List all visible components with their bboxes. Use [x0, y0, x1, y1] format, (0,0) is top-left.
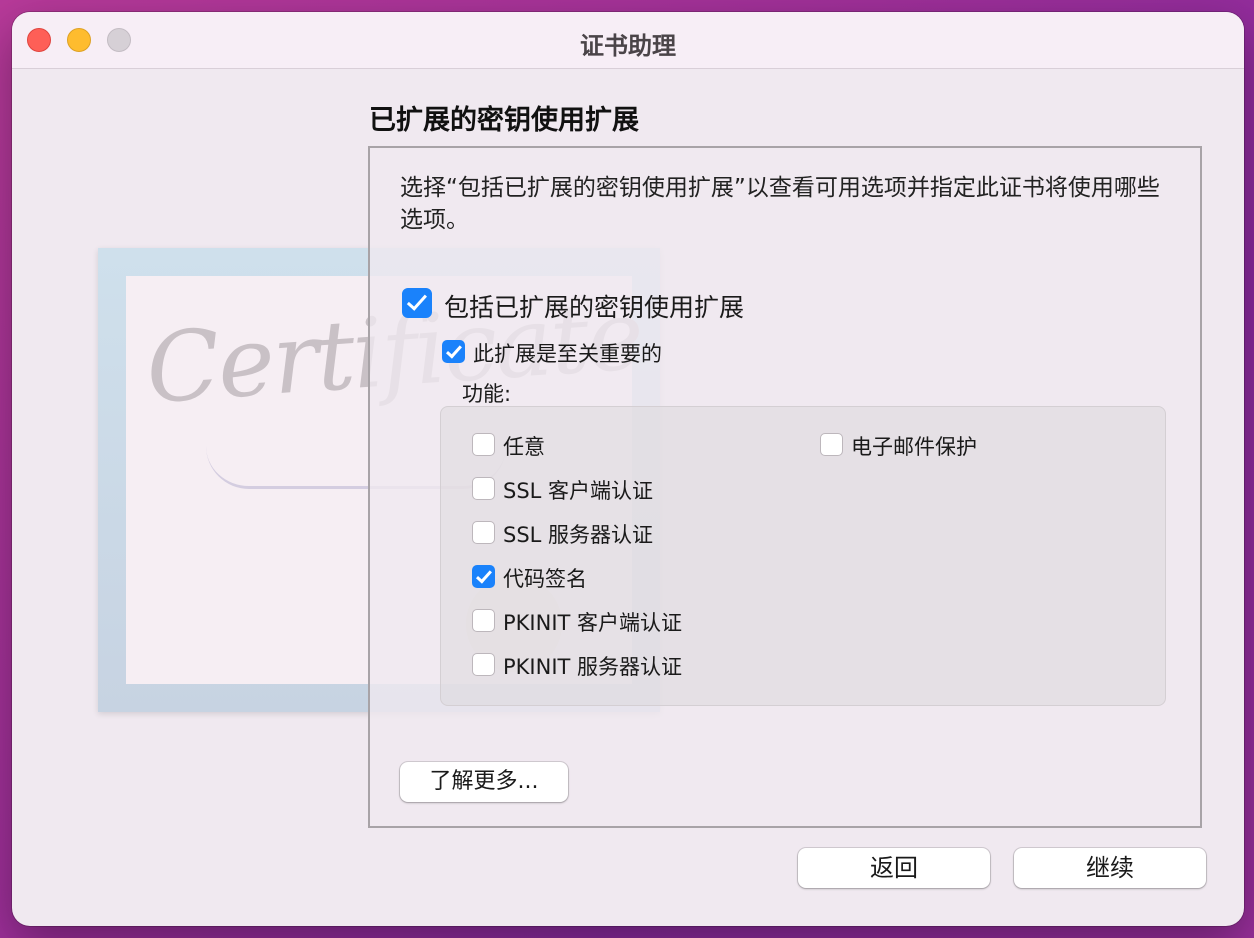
capability-email-protection-checkbox[interactable] — [820, 433, 843, 456]
capability-code-signing-label[interactable]: 代码签名 — [503, 563, 587, 593]
title-bar: 证书助理 — [12, 12, 1244, 69]
capability-ssl-server-checkbox[interactable] — [472, 521, 495, 544]
capability-pkinit-client-label[interactable]: PKINIT 客户端认证 — [503, 607, 682, 637]
options-panel: 选择“包括已扩展的密钥使用扩展”以查看可用选项并指定此证书将使用哪些选项。 包括… — [368, 146, 1202, 828]
capability-code-signing-checkbox[interactable] — [472, 565, 495, 588]
description-text: 选择“包括已扩展的密钥使用扩展”以查看可用选项并指定此证书将使用哪些选项。 — [400, 175, 1160, 233]
include-extension-checkbox[interactable] — [402, 288, 432, 318]
continue-button[interactable]: 继续 — [1014, 848, 1206, 888]
capability-ssl-server-label[interactable]: SSL 服务器认证 — [503, 519, 653, 549]
capability-email-protection-label[interactable]: 电子邮件保护 — [851, 431, 977, 461]
capability-any-checkbox[interactable] — [472, 433, 495, 456]
capability-pkinit-client-checkbox[interactable] — [472, 609, 495, 632]
learn-more-button[interactable]: 了解更多... — [400, 762, 568, 802]
capability-pkinit-server-checkbox[interactable] — [472, 653, 495, 676]
capabilities-label: 功能: — [462, 382, 512, 406]
back-button[interactable]: 返回 — [798, 848, 990, 888]
capability-ssl-client-checkbox[interactable] — [472, 477, 495, 500]
section-heading: 已扩展的密钥使用扩展 — [369, 105, 639, 136]
capability-ssl-client-label[interactable]: SSL 客户端认证 — [503, 475, 653, 505]
window-title: 证书助理 — [580, 32, 676, 60]
critical-extension-label[interactable]: 此扩展是至关重要的 — [473, 338, 662, 368]
capability-any-label[interactable]: 任意 — [503, 431, 545, 461]
capability-pkinit-server-label[interactable]: PKINIT 服务器认证 — [503, 651, 682, 681]
critical-extension-checkbox[interactable] — [442, 340, 465, 363]
certificate-assistant-window: 证书助理 Certificate 已扩展的密钥使用扩展 选择“包括已扩展的密钥使… — [12, 12, 1244, 926]
include-extension-label[interactable]: 包括已扩展的密钥使用扩展 — [444, 288, 744, 324]
